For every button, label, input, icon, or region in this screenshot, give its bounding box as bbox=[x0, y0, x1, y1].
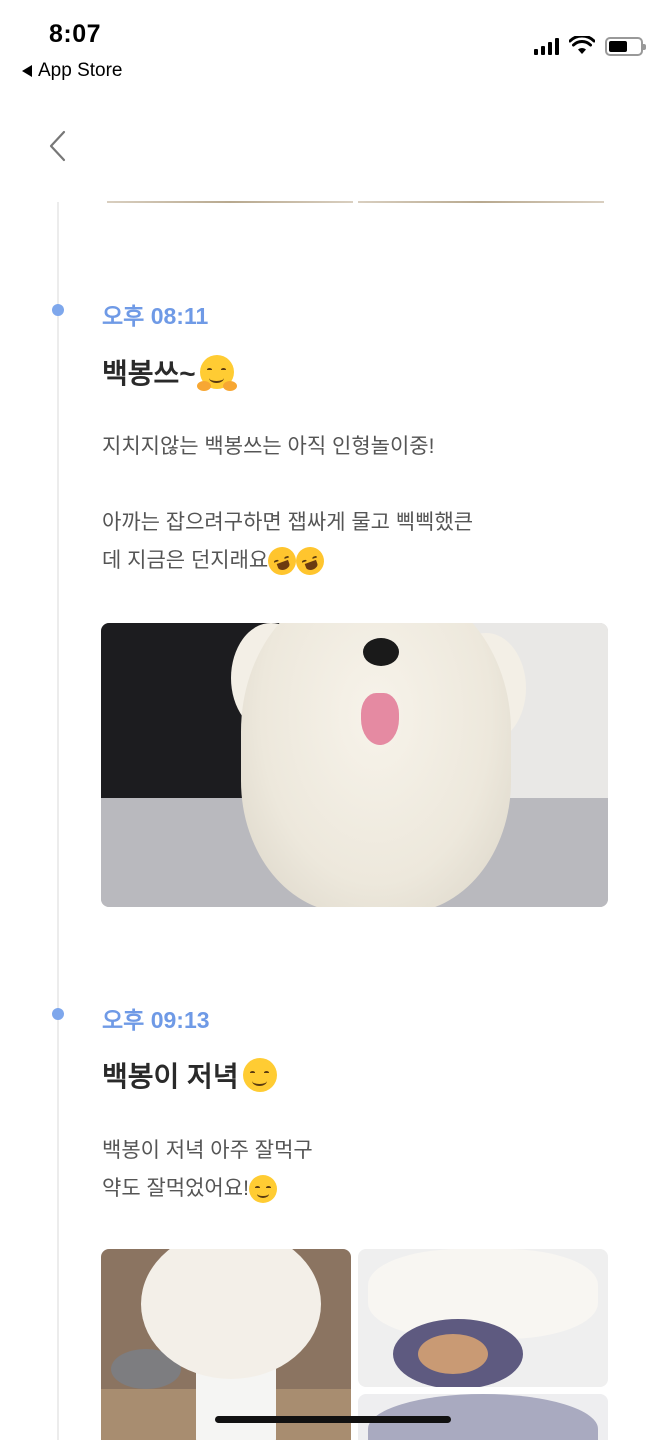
smiling-face-emoji bbox=[242, 1058, 277, 1092]
post-body-line: 약도 잘먹었어요! bbox=[102, 1177, 249, 1200]
signal-icon bbox=[534, 37, 559, 55]
status-time: 8:07 bbox=[49, 20, 102, 48]
post-time: 오후 08:11 bbox=[102, 303, 209, 329]
post-title-text: 백봉쓰~ bbox=[102, 358, 196, 389]
post-body-line: 아까는 잡으려구하면 잽싸게 물고 삑삑했큰 bbox=[102, 511, 474, 534]
back-triangle-icon bbox=[22, 65, 32, 77]
system-icons bbox=[534, 36, 646, 56]
home-indicator[interactable] bbox=[215, 1416, 451, 1423]
dog-eating-photo[interactable] bbox=[101, 1249, 351, 1440]
post-body-line-with-emoji: 약도 잘먹었어요! bbox=[102, 1170, 313, 1208]
timeline-line bbox=[57, 202, 59, 1440]
chevron-left-icon[interactable] bbox=[44, 128, 74, 164]
back-to-app-store-button[interactable]: App Store bbox=[22, 60, 123, 82]
wifi-icon bbox=[569, 36, 595, 54]
post-title-text: 백봉이 저녁 bbox=[102, 1061, 239, 1092]
hugging-face-emoji bbox=[196, 355, 237, 391]
post-title: 백봉이 저녁 bbox=[102, 1055, 277, 1095]
post-time: 오후 09:13 bbox=[102, 1007, 210, 1033]
food-bowl-photo[interactable] bbox=[358, 1249, 608, 1387]
dog-photo[interactable] bbox=[101, 623, 608, 907]
timeline-dot bbox=[52, 1008, 64, 1020]
back-app-label: App Store bbox=[38, 60, 123, 81]
post-title: 백봉쓰~ bbox=[102, 352, 237, 392]
battery-icon bbox=[605, 36, 646, 56]
post-body: 지치지않는 백봉쓰는 아직 인형놀이중! 아까는 잡으려구하면 잽싸게 물고 삑… bbox=[102, 428, 473, 580]
status-bar: 8:07 App Store bbox=[0, 0, 665, 100]
post-body-line-with-emoji: 데 지금은 던지래요 bbox=[102, 542, 473, 580]
previous-photo-edge bbox=[358, 201, 604, 203]
post-body: 백봉이 저녁 아주 잘먹구 약도 잘먹었어요! bbox=[102, 1132, 313, 1208]
previous-photo-edge bbox=[107, 201, 353, 203]
post-body-line: 데 지금은 던지래요 bbox=[102, 549, 269, 572]
rolling-laughing-emoji bbox=[292, 543, 329, 580]
post-body-line: 지치지않는 백봉쓰는 아직 인형놀이중! bbox=[102, 435, 435, 458]
smiling-face-emoji bbox=[248, 1175, 277, 1204]
post-body-line: 백봉이 저녁 아주 잘먹구 bbox=[102, 1139, 313, 1162]
timeline-dot bbox=[52, 304, 64, 316]
